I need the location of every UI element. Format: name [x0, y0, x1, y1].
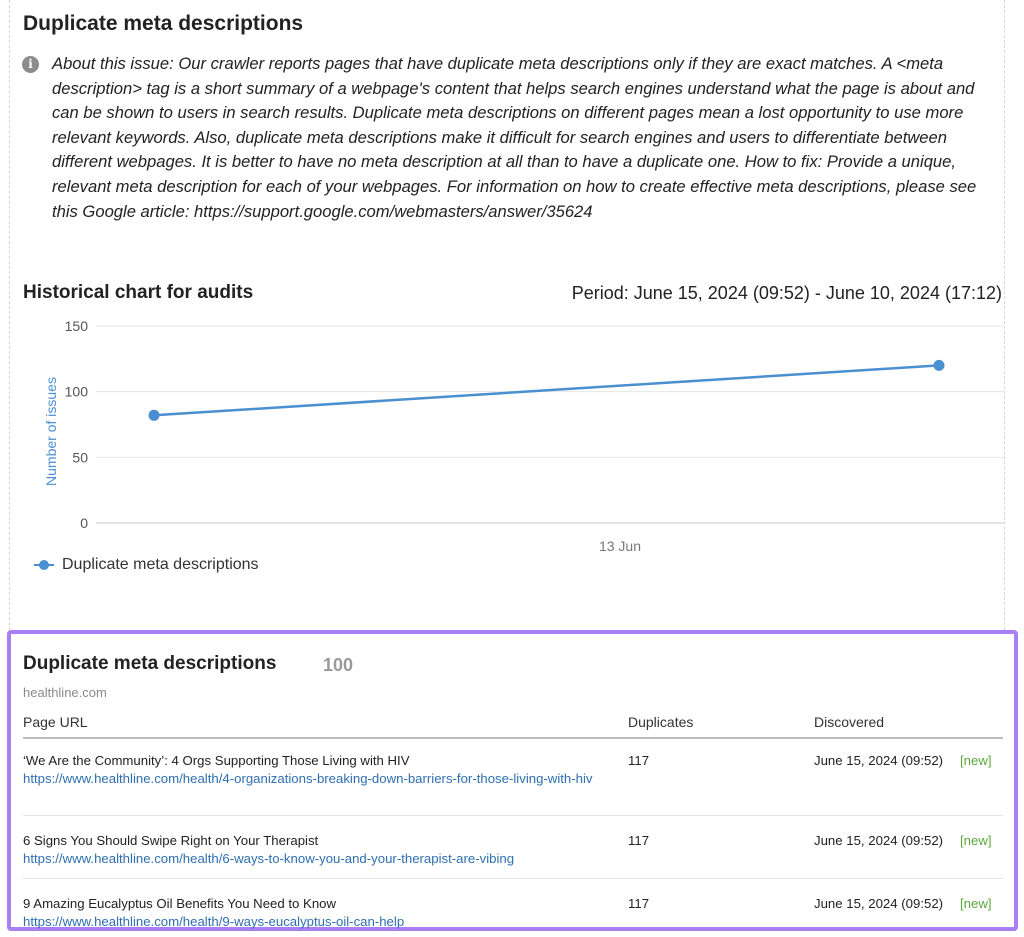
- row-page-title: ‘We Are the Community’: 4 Orgs Supportin…: [23, 753, 410, 768]
- row-duplicates: 117: [628, 753, 650, 768]
- issue-about-text: About this issue: Our crawler reports pa…: [52, 54, 977, 221]
- row-duplicates: 117: [628, 896, 650, 911]
- y-tick-label: 50: [72, 449, 88, 465]
- row-new-badge: [new]: [960, 753, 992, 768]
- issue-description: i About this issue: Our crawler reports …: [22, 52, 990, 224]
- historical-chart-title: Historical chart for audits: [23, 282, 254, 303]
- row-divider: [23, 815, 1003, 816]
- y-tick-label: 150: [65, 318, 89, 334]
- row-page-title: 9 Amazing Eucalyptus Oil Benefits You Ne…: [23, 896, 337, 911]
- issue-title: Duplicate meta descriptions: [23, 12, 304, 35]
- row-new-badge: [new]: [960, 896, 992, 911]
- period-range: Period: June 15, 2024 (09:52) - June 10,…: [571, 283, 1002, 303]
- y-tick-label: 0: [80, 515, 88, 531]
- duplicate-meta-table-panel: Duplicate meta descriptions 100 healthli…: [7, 630, 1018, 931]
- row-page-url-link[interactable]: https://www.healthline.com/health/6-ways…: [23, 851, 613, 868]
- data-point: [148, 409, 160, 421]
- legend-label: Duplicate meta descriptions: [62, 556, 259, 573]
- row-divider: [23, 878, 1003, 879]
- domain-label: healthline.com: [23, 685, 107, 700]
- row-new-badge: [new]: [960, 833, 992, 848]
- x-tick-label: 13 Jun: [599, 538, 641, 554]
- data-point: [933, 359, 945, 371]
- y-axis-label: Number of issues: [43, 377, 59, 486]
- row-page-title: 6 Signs You Should Swipe Right on Your T…: [23, 833, 319, 848]
- header-divider: [23, 737, 1003, 739]
- row-discovered: June 15, 2024 (09:52): [814, 753, 944, 768]
- historical-line-chart: 0 50 100 150 Number of issues 13 Jun: [43, 318, 1004, 554]
- row-page-url-link[interactable]: https://www.healthline.com/health/4-orga…: [23, 771, 613, 788]
- series-line: [153, 364, 940, 417]
- legend-series-marker: [34, 560, 54, 570]
- column-header-discovered[interactable]: Discovered: [814, 714, 884, 730]
- info-icon[interactable]: i: [22, 56, 39, 73]
- table-title: Duplicate meta descriptions: [23, 653, 277, 674]
- column-header-page-url[interactable]: Page URL: [23, 714, 88, 730]
- row-page-url-link[interactable]: https://www.healthline.com/health/9-ways…: [23, 914, 613, 931]
- row-duplicates: 117: [628, 833, 650, 848]
- row-discovered: June 15, 2024 (09:52): [814, 896, 944, 911]
- row-discovered: June 15, 2024 (09:52): [814, 833, 944, 848]
- issue-count: 100: [323, 655, 354, 675]
- chart-legend[interactable]: Duplicate meta descriptions: [34, 556, 259, 574]
- y-tick-label: 100: [65, 384, 89, 400]
- column-header-duplicates[interactable]: Duplicates: [628, 714, 693, 730]
